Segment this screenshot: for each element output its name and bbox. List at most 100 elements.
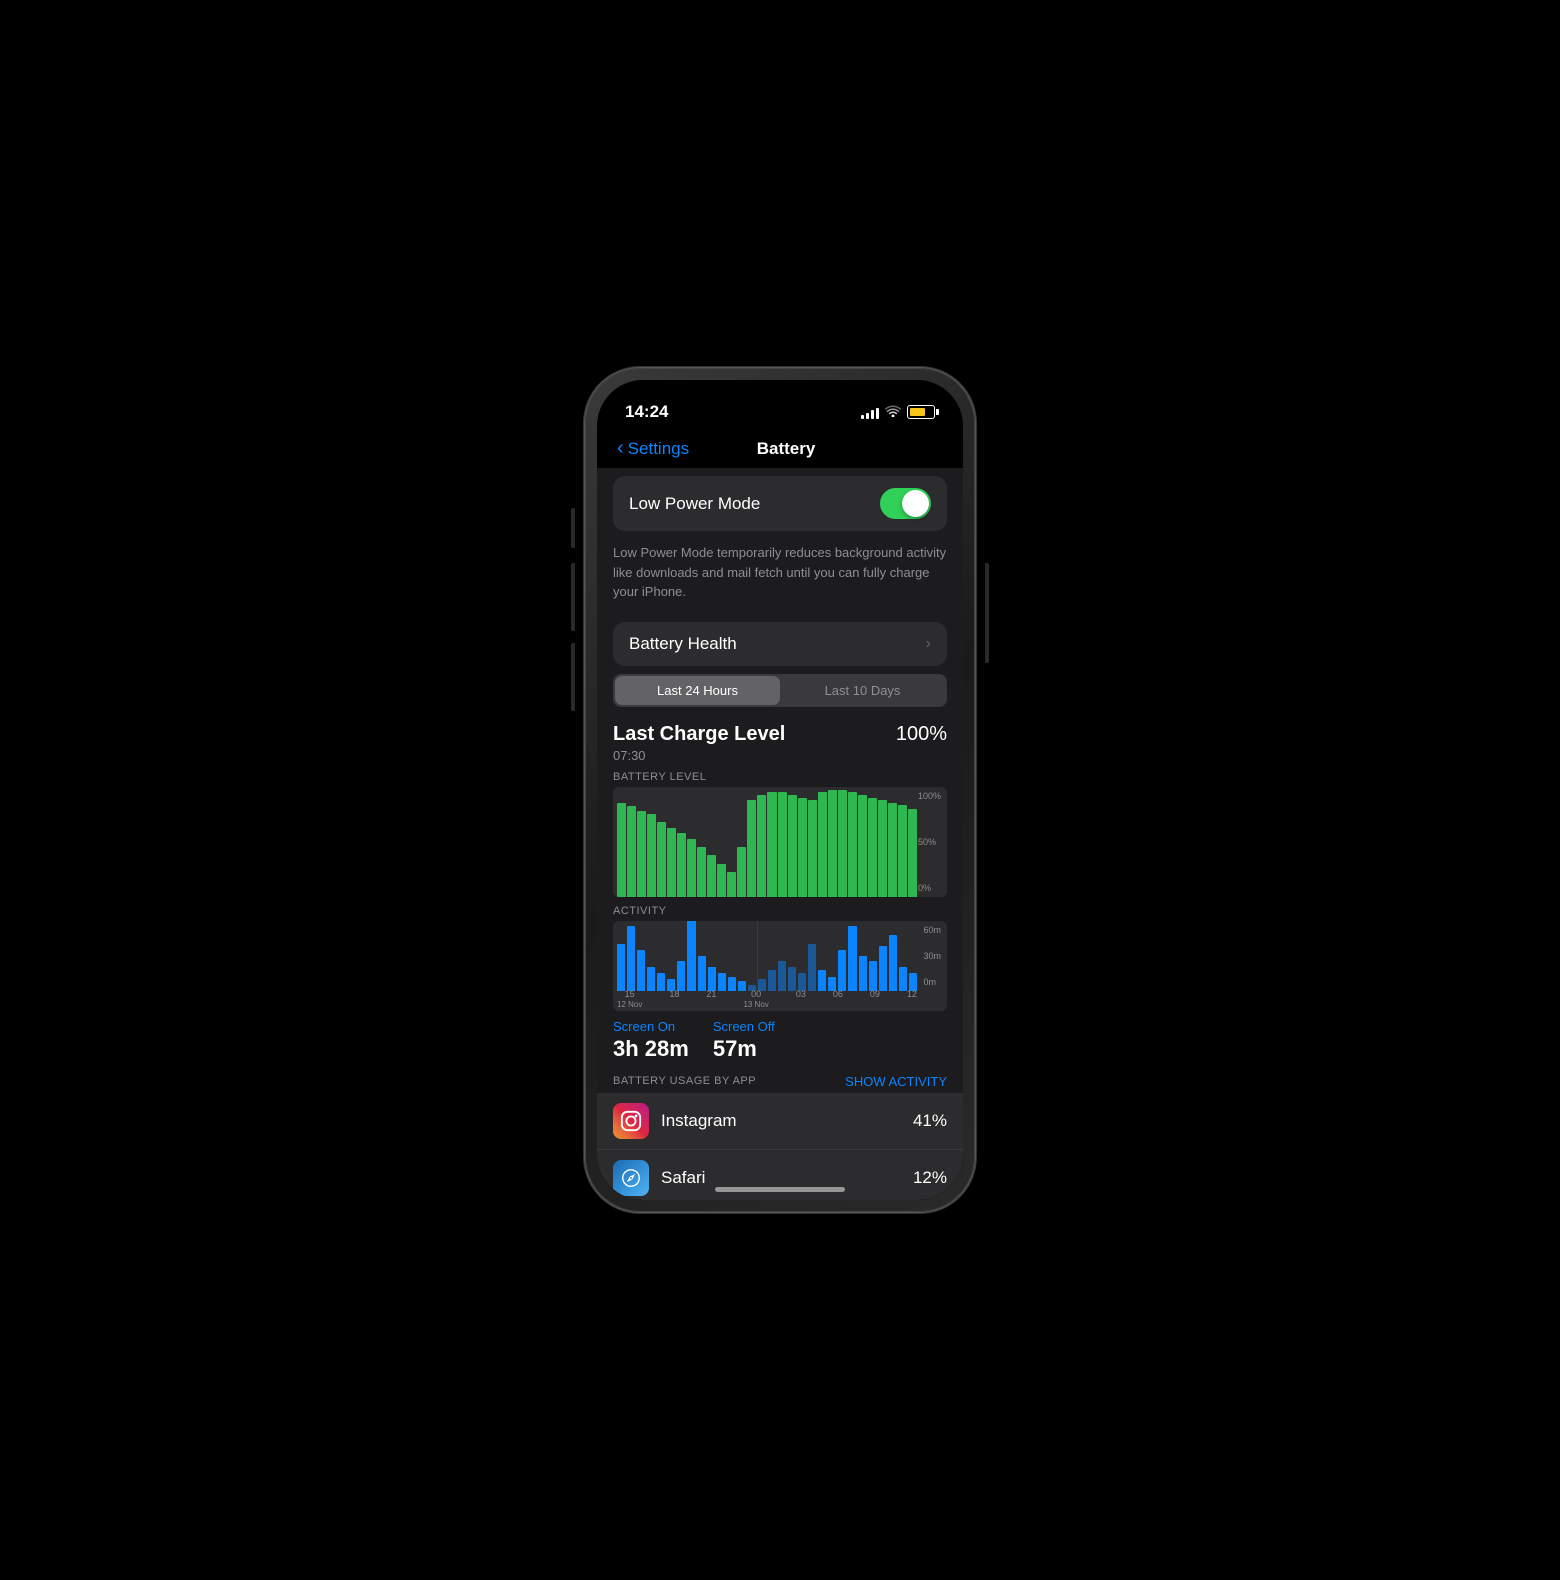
x-label-06: 06: [833, 989, 843, 1009]
app-row-safari[interactable]: Safari 12%: [597, 1150, 963, 1201]
battery-bar: [828, 790, 837, 897]
x-label-09: 09: [870, 989, 880, 1009]
signal-bar-4: [876, 408, 879, 419]
last-charge-info: Last Charge Level 07:30: [613, 723, 785, 763]
screen-off-label: Screen Off: [713, 1019, 775, 1034]
last-charge-header: Last Charge Level 07:30 100%: [613, 723, 947, 763]
battery-usage-header: BATTERY USAGE BY APP SHOW ACTIVITY: [597, 1070, 963, 1093]
activity-bar: [848, 926, 856, 990]
screen-content: 14:24: [597, 380, 963, 1200]
x-label-00: 0013 Nov: [743, 989, 768, 1009]
navigation-bar: ‹ Settings Battery: [597, 430, 963, 468]
battery-bar: [757, 795, 766, 896]
screen-on-value: 3h 28m: [613, 1036, 689, 1062]
battery-bar: [808, 800, 817, 897]
y-label-60m: 60m: [923, 925, 941, 935]
page-title: Battery: [689, 439, 883, 459]
low-power-mode-row[interactable]: Low Power Mode: [613, 476, 947, 531]
signal-bar-3: [871, 410, 874, 419]
battery-health-row[interactable]: Battery Health ›: [613, 622, 947, 666]
activity-chart: 1512 Nov 18 21 0013 Nov 03 06 09 12 60m …: [613, 921, 947, 1011]
x-label-12: 12: [907, 989, 917, 1009]
back-button[interactable]: ‹ Settings: [617, 438, 689, 460]
phone-screen: 14:24: [597, 380, 963, 1200]
activity-label: ACTIVITY: [613, 905, 947, 917]
battery-level-chart: 100% 50% 0%: [613, 787, 947, 897]
activity-bar: [627, 926, 635, 990]
power-button: [985, 563, 989, 663]
x-label-03: 03: [796, 989, 806, 1009]
y-label-50: 50%: [918, 837, 941, 847]
x-label-18: 18: [669, 989, 679, 1009]
battery-bar: [778, 792, 787, 897]
battery-bar: [878, 800, 887, 897]
activity-bar: [778, 961, 786, 990]
y-label-0: 0%: [918, 883, 941, 893]
battery-bar: [788, 795, 797, 896]
battery-bar: [868, 798, 877, 897]
y-label-30m: 30m: [923, 951, 941, 961]
low-power-mode-description: Low Power Mode temporarily reduces backg…: [597, 539, 963, 614]
battery-bar: [818, 792, 827, 897]
safari-icon: [613, 1160, 649, 1196]
battery-bar: [798, 798, 807, 897]
app-list: Instagram 41% Safari 12%: [597, 1093, 963, 1201]
activity-bar: [899, 967, 907, 990]
chevron-right-icon: ›: [926, 635, 931, 653]
screen-off-item: Screen Off 57m: [713, 1019, 775, 1062]
activity-bar: [687, 921, 695, 991]
battery-y-labels: 100% 50% 0%: [918, 787, 941, 897]
status-icons: [861, 405, 935, 420]
last-charge-percent: 100%: [896, 723, 947, 746]
battery-health-card[interactable]: Battery Health ›: [613, 622, 947, 666]
y-label-0m: 0m: [923, 977, 941, 987]
activity-bar: [838, 950, 846, 991]
activity-chart-section: ACTIVITY 1512 Nov 18 21 0013 Nov 03 06 0…: [597, 901, 963, 1011]
instagram-icon: [613, 1103, 649, 1139]
app-row-instagram[interactable]: Instagram 41%: [597, 1093, 963, 1150]
app-percent-safari: 12%: [913, 1168, 947, 1188]
activity-bar: [768, 970, 776, 991]
chart-divider: [757, 921, 758, 991]
battery-bar: [667, 828, 676, 896]
signal-bar-1: [861, 415, 864, 419]
activity-bar: [647, 967, 655, 990]
scroll-content[interactable]: Low Power Mode Low Power Mode temporaril…: [597, 468, 963, 1200]
app-name-safari: Safari: [661, 1168, 901, 1188]
battery-bar: [627, 806, 636, 896]
activity-bar: [818, 970, 826, 991]
wifi-icon: [885, 405, 901, 420]
battery-level-chart-section: BATTERY LEVEL 100% 50% 0%: [597, 767, 963, 897]
mute-button: [571, 508, 575, 548]
activity-x-labels: 1512 Nov 18 21 0013 Nov 03 06 09 12: [617, 989, 917, 1009]
activity-bar: [889, 935, 897, 991]
tab-10-days[interactable]: Last 10 Days: [780, 676, 945, 705]
battery-bar: [617, 803, 626, 897]
low-power-mode-toggle[interactable]: [880, 488, 931, 519]
battery-bar: [838, 790, 847, 897]
battery-level-label: BATTERY LEVEL: [613, 771, 947, 783]
battery-bars: [617, 787, 917, 897]
tab-24-hours[interactable]: Last 24 Hours: [615, 676, 780, 705]
activity-bar: [698, 956, 706, 991]
activity-bar: [677, 961, 685, 990]
screen-on-item: Screen On 3h 28m: [613, 1019, 689, 1062]
activity-y-labels: 60m 30m 0m: [923, 921, 941, 991]
back-chevron-icon: ‹: [617, 437, 624, 460]
battery-bar: [717, 864, 726, 897]
battery-bar: [727, 872, 736, 896]
back-label: Settings: [628, 439, 689, 459]
status-time: 14:24: [625, 402, 668, 422]
app-name-instagram: Instagram: [661, 1111, 901, 1131]
y-label-100: 100%: [918, 791, 941, 801]
battery-bar: [677, 833, 686, 897]
show-activity-button[interactable]: SHOW ACTIVITY: [845, 1074, 947, 1089]
x-label-15: 1512 Nov: [617, 989, 642, 1009]
battery-fill: [910, 408, 925, 416]
battery-bar: [737, 847, 746, 897]
battery-bar: [697, 847, 706, 897]
battery-status-icon: [907, 405, 935, 419]
activity-bar: [637, 950, 645, 991]
activity-bar: [879, 946, 887, 990]
time-range-tabs[interactable]: Last 24 Hours Last 10 Days: [613, 674, 947, 707]
